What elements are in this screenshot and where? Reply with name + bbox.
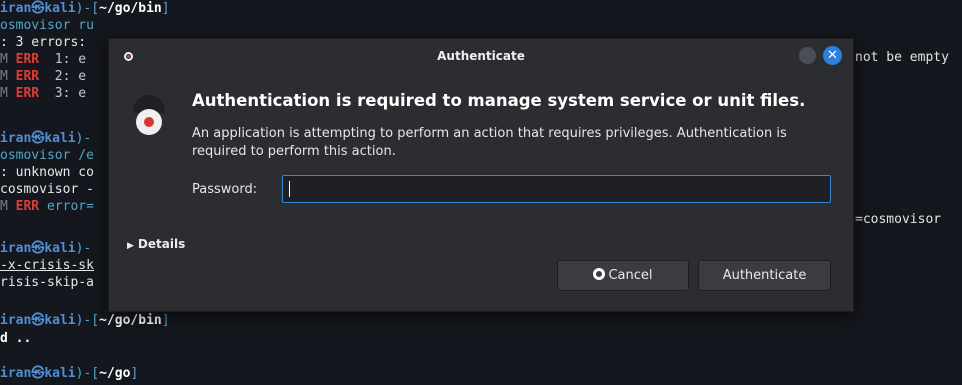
terminal-overflow-text: not be empty	[855, 50, 949, 65]
terminal-line: d ..	[0, 331, 32, 346]
terminal-line: M ERR error=	[0, 199, 94, 214]
text-caret	[289, 181, 290, 197]
dialog-description: An application is attempting to perform …	[192, 126, 787, 159]
terminal-line: risis-skip-a	[0, 275, 94, 290]
terminal-line: : unknown co	[0, 165, 94, 180]
authentication-icon	[136, 109, 162, 135]
terminal-line: M ERR 1: e	[0, 52, 87, 67]
terminal-overflow-text: =cosmovisor	[855, 212, 942, 227]
authenticate-label: Authenticate	[722, 268, 807, 283]
details-expander[interactable]: ▶ Details	[127, 237, 185, 251]
dialog-title: Authenticate	[437, 49, 525, 63]
dialog-heading: Authentication is required to manage sys…	[192, 91, 806, 110]
terminal-line: osmovisor ru	[0, 18, 94, 33]
terminal-prompt-line: iran㉿kali)-[~/go]	[0, 366, 139, 381]
minimize-button[interactable]	[799, 47, 816, 64]
terminal-line: cosmovisor -	[0, 182, 94, 197]
details-label: Details	[137, 237, 186, 251]
terminal-line: : 3 errors:	[0, 35, 87, 50]
cancel-icon	[593, 268, 606, 280]
password-label: Password:	[192, 182, 258, 197]
terminal-line: M ERR 3: e	[0, 86, 87, 101]
terminal-prompt-line: iran㉿kali)-	[0, 131, 92, 146]
password-input[interactable]	[282, 175, 831, 203]
terminal-prompt-line: iran㉿kali)-	[0, 241, 92, 256]
terminal-line: -x-crisis-sk	[0, 258, 94, 273]
terminal-prompt-line: iran㉿kali)-[~/go/bin]	[0, 1, 170, 16]
authenticate-dialog: Authenticate ✕ Authentication is require…	[108, 38, 854, 312]
authenticate-button[interactable]: Authenticate	[698, 260, 831, 291]
terminal-prompt-line: iran㉿kali)-[~/go/bin]	[0, 313, 170, 328]
cancel-button[interactable]: Cancel	[557, 260, 689, 291]
dialog-titlebar[interactable]: Authenticate ✕	[109, 39, 853, 75]
close-button[interactable]: ✕	[823, 46, 842, 65]
expand-arrow-icon: ▶	[127, 241, 134, 251]
cancel-label: Cancel	[608, 268, 653, 283]
terminal-line: osmovisor /e	[0, 148, 94, 163]
terminal-line: M ERR 2: e	[0, 69, 87, 84]
